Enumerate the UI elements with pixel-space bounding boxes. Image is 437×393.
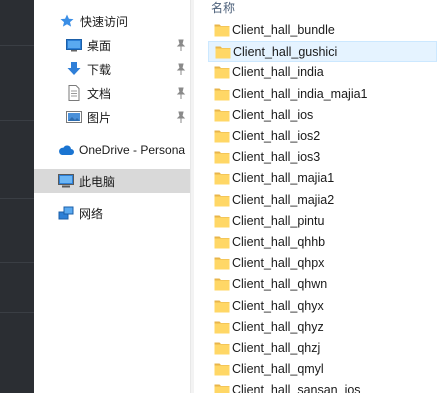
column-header-name[interactable]: 名称 <box>211 0 235 16</box>
folder-icon <box>214 88 230 101</box>
folder-icon <box>214 257 230 270</box>
pin-icon[interactable] <box>176 39 186 51</box>
folder-icon <box>214 24 230 37</box>
nav-quick-access-label: 快速访问 <box>80 14 129 29</box>
pin-icon[interactable] <box>176 111 186 123</box>
file-name: Client_hall_ios2 <box>232 129 321 143</box>
nav-onedrive-label: OneDrive - Persona <box>79 143 186 157</box>
folder-icon <box>214 321 230 334</box>
nav-this-pc-label: 此电脑 <box>79 174 116 189</box>
computer-icon <box>58 174 74 188</box>
file-row[interactable]: Client_hall_qhpx <box>208 253 437 274</box>
folder-icon <box>214 215 230 228</box>
nav-item-downloads-label: 下载 <box>87 62 112 77</box>
nav-quick-access[interactable]: 快速访问 <box>34 9 190 33</box>
download-arrow-icon <box>67 62 81 75</box>
nav-item-desktop-label: 桌面 <box>87 38 112 53</box>
folder-icon <box>214 66 230 79</box>
nav-item-desktop[interactable]: 桌面 <box>34 33 190 57</box>
nav-this-pc[interactable]: 此电脑 <box>34 169 190 193</box>
nav-network[interactable]: 网络 <box>34 201 190 225</box>
file-name: Client_hall_bundle <box>232 23 335 37</box>
file-row[interactable]: Client_hall_qhyx <box>208 296 437 317</box>
network-icon <box>58 206 74 220</box>
folder-icon <box>214 172 230 185</box>
file-name: Client_hall_ios3 <box>232 150 321 165</box>
nav-onedrive[interactable]: OneDrive - Persona <box>34 138 190 162</box>
file-name: Client_hall_qhzj <box>232 341 321 355</box>
nav-item-pictures-label: 图片 <box>87 110 112 125</box>
file-name: Client_hall_india <box>232 65 324 80</box>
folder-icon <box>215 46 231 59</box>
folder-icon <box>214 342 230 355</box>
file-row[interactable]: Client_hall_majia1 <box>208 168 437 189</box>
file-row[interactable]: Client_hall_ios3 <box>208 147 437 168</box>
folder-icon <box>214 236 230 249</box>
file-row[interactable]: Client_hall_qhyz <box>208 317 437 338</box>
file-row[interactable]: Client_hall_majia2 <box>208 190 437 211</box>
star-icon <box>60 14 74 27</box>
file-row[interactable]: Client_hall_ios <box>208 105 437 126</box>
folder-icon <box>214 130 230 143</box>
file-list: 名称 Client_hall_bundle Client_hall_gushici… <box>194 0 437 393</box>
file-name: Client_hall_qhyx <box>232 298 324 313</box>
file-name: Client_hall_pintu <box>232 213 325 228</box>
document-icon <box>68 85 80 101</box>
file-row[interactable]: Client_hall_sansan_ios <box>208 380 437 393</box>
file-name: Client_hall_majia2 <box>232 192 335 207</box>
file-row[interactable]: Client_hall_qhzj <box>208 338 437 359</box>
folder-icon <box>214 109 230 122</box>
file-row[interactable]: Client_hall_qhhb <box>208 232 437 253</box>
file-name: Client_hall_qhhb <box>232 235 326 249</box>
folder-icon <box>214 384 230 393</box>
file-row[interactable]: Client_hall_india <box>208 62 437 83</box>
nav-item-pictures[interactable]: 图片 <box>34 105 190 129</box>
cloud-icon <box>59 145 74 155</box>
file-name: Client_hall_sansan_ios <box>232 383 361 393</box>
file-name: Client_hall_qhwn <box>232 277 328 292</box>
folder-icon <box>214 151 230 164</box>
file-name: Client_hall_india_majia1 <box>232 86 368 101</box>
nav-item-downloads[interactable]: 下载 <box>34 57 190 81</box>
file-name: Client_hall_gushici <box>233 45 338 60</box>
nav-network-label: 网络 <box>79 206 104 221</box>
file-row[interactable]: Client_hall_qhwn <box>208 274 437 295</box>
file-row[interactable]: Client_hall_india_majia1 <box>208 84 437 105</box>
folder-icon <box>214 194 230 207</box>
nav-item-documents[interactable]: 文档 <box>34 81 190 105</box>
desktop-folder-icon <box>66 39 82 52</box>
file-row[interactable]: Client_hall_bundle <box>208 20 437 41</box>
folder-icon <box>214 363 230 376</box>
pin-icon[interactable] <box>176 63 186 75</box>
file-name: Client_hall_ios <box>232 107 314 122</box>
file-name: Client_hall_majia1 <box>232 171 335 186</box>
file-row[interactable]: Client_hall_ios2 <box>208 126 437 147</box>
folder-icon <box>214 278 230 291</box>
navigation-pane: 快速访问 桌面 下载 文档 图片 OneDrive - Persona 此电脑 … <box>34 0 190 393</box>
picture-icon <box>66 111 82 123</box>
file-name: Client_hall_qhpx <box>232 256 325 271</box>
pin-icon[interactable] <box>176 87 186 99</box>
file-row[interactable]: Client_hall_gushici <box>208 41 437 63</box>
file-row[interactable]: Client_hall_qmyl <box>208 359 437 380</box>
nav-item-documents-label: 文档 <box>87 86 112 101</box>
file-name: Client_hall_qhyz <box>232 319 324 334</box>
folder-icon <box>214 300 230 313</box>
file-row[interactable]: Client_hall_pintu <box>208 211 437 232</box>
background-window <box>0 0 34 393</box>
file-name: Client_hall_qmyl <box>232 362 324 377</box>
